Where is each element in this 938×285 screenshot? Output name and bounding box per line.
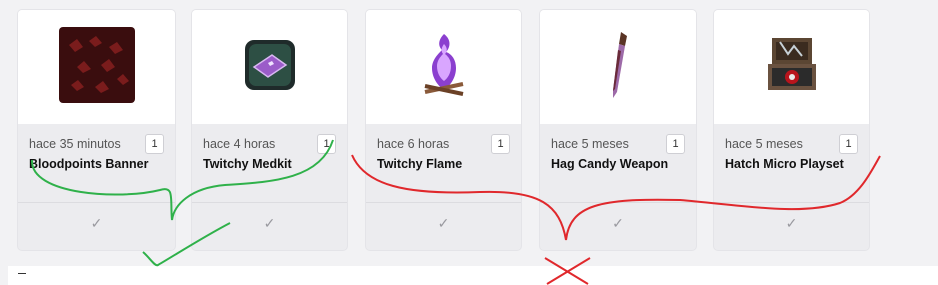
item-image	[192, 10, 347, 124]
twitchy-flame-icon	[419, 30, 469, 105]
item-image	[366, 10, 521, 124]
item-name: Twitchy Flame	[377, 157, 463, 171]
inventory-card[interactable]: hace 4 horas 1 Twitchy Medkit ✓	[192, 10, 347, 250]
item-time: hace 5 meses	[551, 137, 629, 151]
bottom-strip	[8, 266, 938, 285]
item-quantity: 1	[839, 134, 858, 154]
divider	[192, 202, 347, 203]
check-icon[interactable]: ✓	[366, 215, 521, 232]
item-quantity: 1	[491, 134, 510, 154]
hatch-micro-playset-icon	[766, 34, 818, 101]
check-icon[interactable]: ✓	[714, 215, 869, 232]
divider	[18, 202, 175, 203]
check-icon[interactable]: ✓	[18, 215, 175, 232]
item-name: Twitchy Medkit	[203, 157, 292, 171]
bloodpoints-banner-icon	[58, 26, 135, 108]
twitchy-medkit-icon	[244, 39, 296, 96]
check-icon[interactable]: ✓	[192, 215, 347, 232]
item-time: hace 4 horas	[203, 137, 276, 151]
inventory-card[interactable]: hace 6 horas 1 Twitchy Flame ✓	[366, 10, 521, 250]
strip-mark	[18, 273, 26, 274]
inventory-card[interactable]: hace 35 minutos 1 Bloodpoints Banner ✓	[18, 10, 175, 250]
item-image	[540, 10, 696, 124]
item-name: Bloodpoints Banner	[29, 157, 149, 171]
hag-candy-weapon-icon	[603, 30, 633, 105]
item-name: Hatch Micro Playset	[725, 157, 844, 171]
inventory-card[interactable]: hace 5 meses 1 Hatch Micro Playset ✓	[714, 10, 869, 250]
divider	[540, 202, 696, 203]
item-quantity: 1	[317, 134, 336, 154]
item-image	[18, 10, 175, 124]
item-quantity: 1	[145, 134, 164, 154]
item-time: hace 5 meses	[725, 137, 803, 151]
item-image	[714, 10, 869, 124]
check-icon[interactable]: ✓	[540, 215, 696, 232]
item-time: hace 6 horas	[377, 137, 450, 151]
item-name: Hag Candy Weapon	[551, 157, 669, 171]
divider	[366, 202, 521, 203]
divider	[714, 202, 869, 203]
item-time: hace 35 minutos	[29, 137, 121, 151]
inventory-card[interactable]: hace 5 meses 1 Hag Candy Weapon ✓	[540, 10, 696, 250]
item-quantity: 1	[666, 134, 685, 154]
